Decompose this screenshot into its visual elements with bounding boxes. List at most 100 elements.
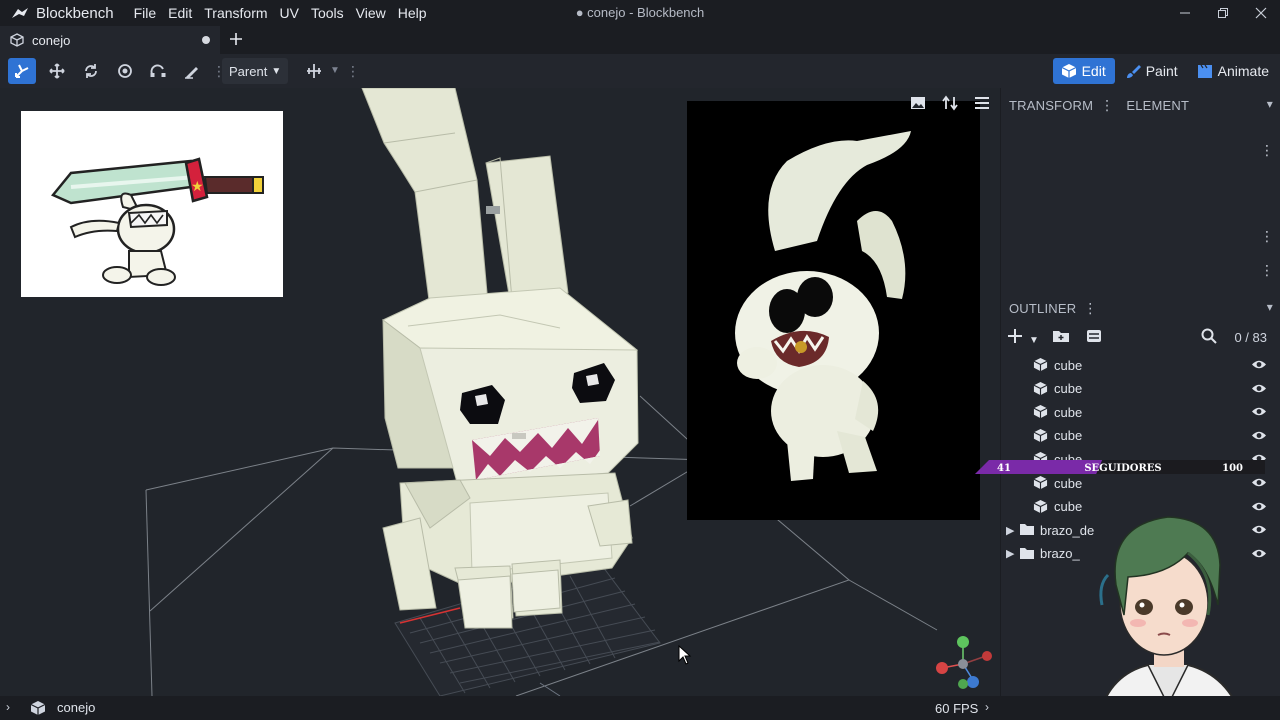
folder-plus-icon bbox=[1053, 331, 1069, 342]
seam-tool-button[interactable] bbox=[178, 58, 206, 84]
app-name: Blockbench bbox=[36, 4, 114, 22]
panel-menu-dots-icon[interactable]: ⋮ bbox=[1260, 262, 1274, 279]
rotate-tool-icon bbox=[85, 64, 97, 78]
element-panel-title[interactable]: ELEMENT bbox=[1126, 98, 1189, 113]
toolbar-menu-dots-icon[interactable]: ⋮ bbox=[212, 62, 226, 80]
chevron-down-icon[interactable]: ▾ bbox=[1267, 97, 1273, 111]
chevron-right-icon[interactable]: ▶ bbox=[1006, 524, 1014, 537]
mode-animate-label: Animate bbox=[1217, 63, 1269, 79]
axis-gizmo[interactable] bbox=[932, 636, 996, 692]
mode-paint[interactable]: Paint bbox=[1117, 58, 1187, 84]
toolbar-menu-dots-icon[interactable]: ⋮ bbox=[346, 62, 360, 80]
outliner-cube-row[interactable]: cube bbox=[1001, 400, 1280, 424]
caret-down-icon[interactable]: ▼ bbox=[1029, 332, 1039, 350]
mode-animate[interactable]: Animate bbox=[1189, 58, 1278, 84]
viewport-menu-button[interactable] bbox=[972, 94, 992, 112]
chevron-right-icon[interactable]: › bbox=[6, 700, 10, 714]
menu-tools[interactable]: Tools bbox=[305, 0, 350, 26]
transform-panel-header[interactable]: TRANSFORM ⋮ ELEMENT ▾ bbox=[1001, 88, 1280, 122]
chevron-down-icon[interactable]: ▾ bbox=[1267, 300, 1273, 314]
add-group-button[interactable] bbox=[1052, 328, 1070, 346]
blockbench-logo-icon bbox=[12, 8, 28, 18]
pivot-tool-button[interactable] bbox=[111, 58, 139, 84]
followers-current: 41 bbox=[997, 463, 1011, 474]
eye-icon[interactable] bbox=[1251, 477, 1267, 488]
new-tab-button[interactable] bbox=[226, 29, 246, 51]
chevron-right-icon[interactable]: ▶ bbox=[1006, 547, 1014, 560]
mode-edit[interactable]: Edit bbox=[1052, 58, 1115, 84]
outliner-cube-row[interactable]: cube bbox=[1001, 377, 1280, 401]
folder-icon bbox=[1020, 547, 1034, 559]
followers-label: SEGUIDORES bbox=[1084, 463, 1161, 474]
status-project-name: conejo bbox=[57, 700, 96, 715]
panel-menu-dots-icon[interactable]: ⋮ bbox=[1260, 142, 1274, 159]
search-button[interactable] bbox=[1201, 328, 1217, 347]
menu-uv[interactable]: UV bbox=[274, 0, 305, 26]
vertex-snap-icon bbox=[150, 64, 166, 77]
close-icon bbox=[1255, 7, 1267, 19]
reference-image-bunny[interactable] bbox=[687, 101, 980, 520]
sort-button[interactable] bbox=[940, 94, 960, 112]
transform-panel-title: TRANSFORM bbox=[1009, 97, 1094, 113]
outliner-cube-row[interactable]: cube bbox=[1001, 353, 1280, 377]
tab-label: conejo bbox=[32, 32, 71, 48]
outliner-row-label: cube bbox=[1054, 381, 1083, 397]
outliner-panel-header[interactable]: OUTLINER ⋮ ▾ bbox=[1001, 291, 1280, 325]
followers-goal-bar: 41 SEGUIDORES 100 bbox=[975, 460, 1265, 474]
followers-progress-fill bbox=[975, 460, 1103, 474]
menu-view[interactable]: View bbox=[350, 0, 392, 26]
caret-down-icon[interactable]: ▼ bbox=[330, 62, 340, 80]
mode-tabs: Edit Paint Animate bbox=[1052, 58, 1280, 84]
app-logo: Blockbench bbox=[0, 5, 114, 22]
menu-transform[interactable]: Transform bbox=[198, 0, 273, 26]
panel-menu-dots-icon[interactable]: ⋮ bbox=[1260, 228, 1274, 245]
resize-tool-icon bbox=[49, 63, 65, 79]
menu-edit[interactable]: Edit bbox=[162, 0, 198, 26]
eye-icon[interactable] bbox=[1251, 359, 1267, 370]
eye-icon[interactable] bbox=[1251, 383, 1267, 394]
eye-icon[interactable] bbox=[1251, 430, 1267, 441]
chevron-right-icon[interactable]: › bbox=[985, 700, 989, 714]
close-button[interactable] bbox=[1242, 0, 1280, 26]
minimize-icon bbox=[1180, 12, 1190, 14]
tab-conejo[interactable]: conejo bbox=[0, 26, 220, 54]
3d-viewport[interactable]: ★ bbox=[0, 88, 1000, 696]
mirror-tool-button[interactable] bbox=[300, 58, 328, 84]
outliner-row-label: cube bbox=[1054, 475, 1083, 491]
screenshot-button[interactable] bbox=[908, 94, 928, 112]
menu-file[interactable]: File bbox=[128, 0, 163, 26]
restore-button[interactable] bbox=[1204, 0, 1242, 26]
panel-menu-dots-icon[interactable]: ⋮ bbox=[1100, 97, 1114, 114]
followers-goal: 100 bbox=[1222, 463, 1243, 474]
pivot-select[interactable]: Parent ▼ bbox=[222, 58, 288, 84]
outliner-toolbar: ▼ 0 / 83 bbox=[1001, 324, 1280, 350]
cube-icon bbox=[1061, 63, 1077, 79]
menu-help[interactable]: Help bbox=[392, 0, 433, 26]
cube-icon bbox=[1033, 405, 1048, 419]
vertex-snap-button[interactable] bbox=[144, 58, 172, 84]
cube-icon bbox=[1033, 475, 1048, 490]
caret-down-icon: ▼ bbox=[271, 65, 282, 77]
streamer-avatar bbox=[1096, 516, 1245, 720]
svg-text:★: ★ bbox=[191, 179, 204, 195]
reference-image-sword[interactable]: ★ bbox=[21, 111, 283, 297]
outliner-row-label: cube bbox=[1054, 428, 1083, 444]
pivot-tool-icon bbox=[118, 64, 132, 78]
outliner-row-label: cube bbox=[1054, 357, 1083, 373]
unsaved-dot-icon[interactable] bbox=[202, 36, 210, 44]
outliner-cube-row[interactable]: cube bbox=[1001, 424, 1280, 448]
panel-menu-dots-icon[interactable]: ⋮ bbox=[1083, 300, 1097, 317]
image-icon bbox=[911, 97, 925, 109]
add-element-button[interactable] bbox=[1007, 328, 1023, 347]
toggle-options-button[interactable] bbox=[1086, 328, 1102, 346]
rotate-tool-button[interactable] bbox=[77, 58, 105, 84]
resize-tool-button[interactable] bbox=[43, 58, 71, 84]
window-controls bbox=[1166, 0, 1280, 26]
move-tool-button[interactable] bbox=[8, 58, 36, 84]
list-view-icon bbox=[1087, 330, 1101, 342]
outliner-cube-row[interactable]: cube bbox=[1001, 471, 1280, 495]
eye-icon[interactable] bbox=[1251, 406, 1267, 417]
bunny-model[interactable] bbox=[361, 88, 639, 629]
cube-icon bbox=[1033, 428, 1048, 442]
minimize-button[interactable] bbox=[1166, 0, 1204, 26]
